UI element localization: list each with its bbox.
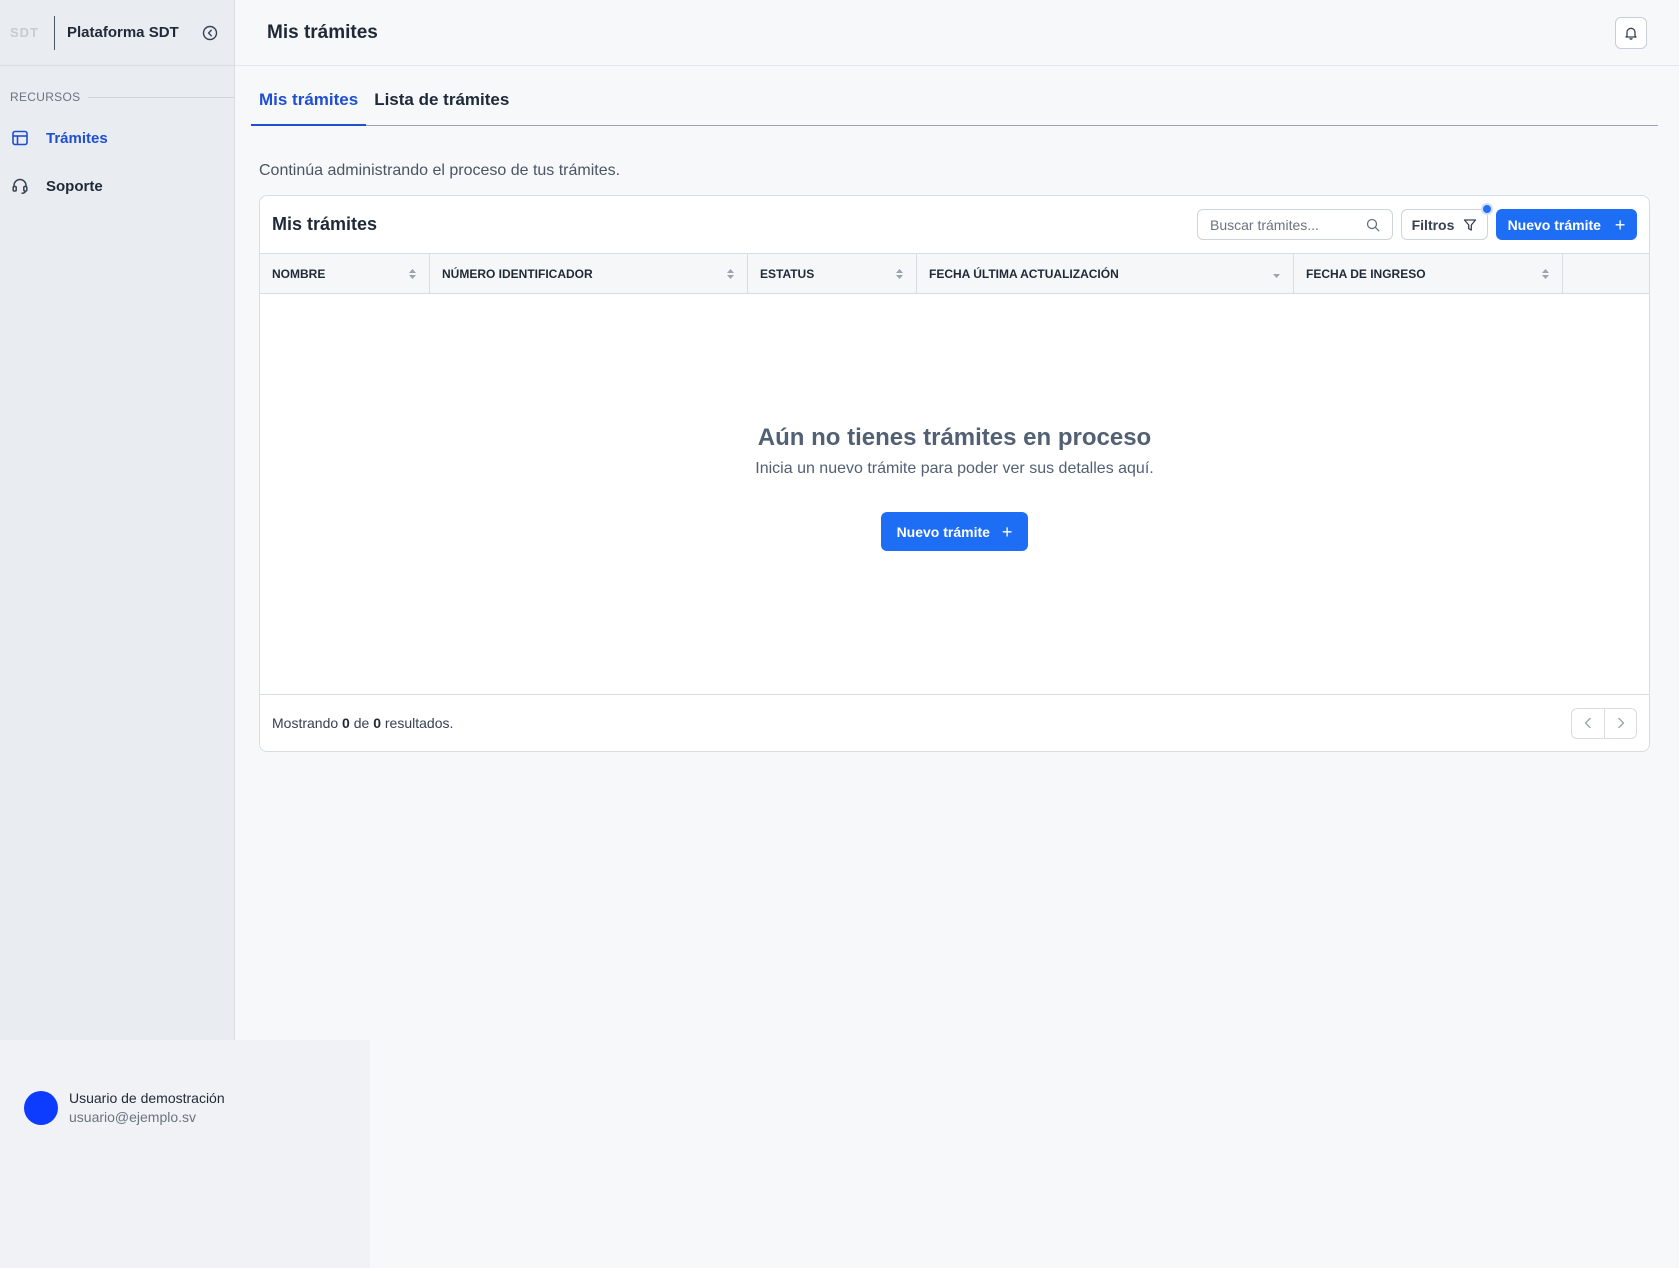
active-filter-indicator bbox=[1481, 203, 1493, 215]
avatar bbox=[24, 1090, 58, 1125]
results-shown: 0 bbox=[342, 715, 350, 731]
pagination bbox=[1571, 707, 1637, 739]
user-name: Usuario de demostración bbox=[69, 1090, 225, 1106]
sort-icon[interactable] bbox=[895, 268, 904, 280]
empty-new-tramite-label: Nuevo trámite bbox=[896, 523, 990, 540]
tab-mis-tramites[interactable]: Mis trámites bbox=[251, 86, 367, 126]
sidebar-item-label: Trámites bbox=[46, 129, 108, 147]
page-subtitle: Continúa administrando el proceso de tus… bbox=[259, 162, 621, 179]
chevron-left-icon bbox=[1584, 717, 1591, 729]
main-content: Mis trámites Mis trámites Lista de trámi… bbox=[235, 0, 1679, 1268]
section-header: RECURSOS bbox=[10, 90, 234, 104]
results-of: de bbox=[353, 715, 370, 731]
sort-descending-icon[interactable] bbox=[1272, 268, 1281, 280]
card-header: Mis trámites Filtros Nuevo trámite + bbox=[260, 196, 1649, 253]
sidebar: SDT Plataforma SDT RECURSOS Trámites Sop… bbox=[0, 0, 235, 1040]
empty-state-subtitle: Inicia un nuevo trámite para poder ver s… bbox=[755, 460, 1154, 477]
tramites-card: Mis trámites Filtros Nuevo trámite + bbox=[259, 195, 1650, 752]
sidebar-item-tramites[interactable]: Trámites bbox=[0, 114, 234, 162]
sort-icon[interactable] bbox=[1541, 268, 1550, 280]
page-title: Mis trámites bbox=[267, 21, 378, 43]
headset-icon bbox=[10, 176, 30, 196]
logo: SDT bbox=[10, 25, 39, 40]
card-title: Mis trámites bbox=[272, 214, 378, 234]
new-tramite-label: Nuevo trámite bbox=[1507, 216, 1601, 233]
bell-icon bbox=[1625, 27, 1637, 40]
new-tramite-button[interactable]: Nuevo trámite + bbox=[1496, 209, 1637, 240]
filters-button[interactable]: Filtros bbox=[1401, 203, 1493, 240]
collapse-sidebar-button[interactable] bbox=[201, 24, 219, 42]
card-footer: Mostrando 0 de 0 resultados. bbox=[260, 694, 1649, 751]
empty-state-title: Aún no tienes trámites en proceso bbox=[757, 424, 1152, 451]
tabs: Mis trámites Lista de trámites bbox=[251, 86, 1658, 126]
next-page-button[interactable] bbox=[1604, 708, 1636, 738]
layout-icon bbox=[10, 128, 30, 148]
column-label: FECHA DE INGRESO bbox=[1306, 266, 1426, 281]
notifications-button[interactable] bbox=[1615, 16, 1647, 49]
results-suffix: resultados. bbox=[384, 715, 454, 731]
user-email: usuario@ejemplo.sv bbox=[69, 1109, 197, 1125]
tab-lista-de-tramites[interactable]: Lista de trámites bbox=[366, 86, 517, 125]
sidebar-item-label: Soporte bbox=[46, 177, 103, 195]
column-label: FECHA ÚLTIMA ACTUALIZACIÓN bbox=[929, 266, 1119, 281]
search-input[interactable] bbox=[1210, 216, 1366, 233]
sort-icon[interactable] bbox=[726, 268, 735, 280]
sidebar-item-soporte[interactable]: Soporte bbox=[0, 162, 234, 210]
chevron-left-circle-icon bbox=[202, 25, 217, 40]
results-prefix: Mostrando bbox=[272, 715, 339, 731]
top-bar: Mis trámites bbox=[235, 0, 1679, 66]
plus-icon: + bbox=[1001, 521, 1013, 542]
filters-label: Filtros bbox=[1411, 216, 1455, 233]
table-header: NOMBRE NÚMERO IDENTIFICADOR ESTATUS FECH… bbox=[260, 253, 1649, 294]
column-label: ESTATUS bbox=[760, 266, 815, 281]
column-header-fecha-de-ingreso[interactable]: FECHA DE INGRESO bbox=[1294, 254, 1563, 293]
results-total: 0 bbox=[373, 715, 381, 731]
plus-icon: + bbox=[1614, 214, 1626, 235]
column-label: NÚMERO IDENTIFICADOR bbox=[442, 266, 593, 281]
filter-icon bbox=[1464, 218, 1477, 231]
sidebar-header: SDT Plataforma SDT bbox=[0, 0, 234, 66]
platform-name: Plataforma SDT bbox=[67, 24, 179, 41]
search-box bbox=[1197, 209, 1393, 240]
column-label: NOMBRE bbox=[272, 266, 326, 281]
chevron-right-icon bbox=[1617, 717, 1624, 729]
section-label: RECURSOS bbox=[10, 90, 81, 104]
column-header-numero-identificador[interactable]: NÚMERO IDENTIFICADOR bbox=[430, 254, 748, 293]
sort-icon[interactable] bbox=[408, 268, 417, 280]
previous-page-button[interactable] bbox=[1572, 709, 1604, 738]
column-header-actions bbox=[1563, 254, 1649, 293]
column-header-nombre[interactable]: NOMBRE bbox=[260, 254, 430, 293]
empty-state: Aún no tienes trámites en proceso Inicia… bbox=[260, 336, 1649, 551]
logo-divider bbox=[54, 15, 55, 50]
section-divider bbox=[88, 96, 234, 98]
column-header-fecha-ultima-actualizacion[interactable]: FECHA ÚLTIMA ACTUALIZACIÓN bbox=[917, 254, 1294, 293]
search-icon bbox=[1366, 218, 1380, 231]
user-profile[interactable]: Usuario de demostración usuario@ejemplo.… bbox=[24, 1090, 225, 1125]
column-header-estatus[interactable]: ESTATUS bbox=[748, 254, 917, 293]
empty-new-tramite-button[interactable]: Nuevo trámite + bbox=[881, 512, 1028, 551]
results-summary: Mostrando 0 de 0 resultados. bbox=[272, 715, 453, 731]
